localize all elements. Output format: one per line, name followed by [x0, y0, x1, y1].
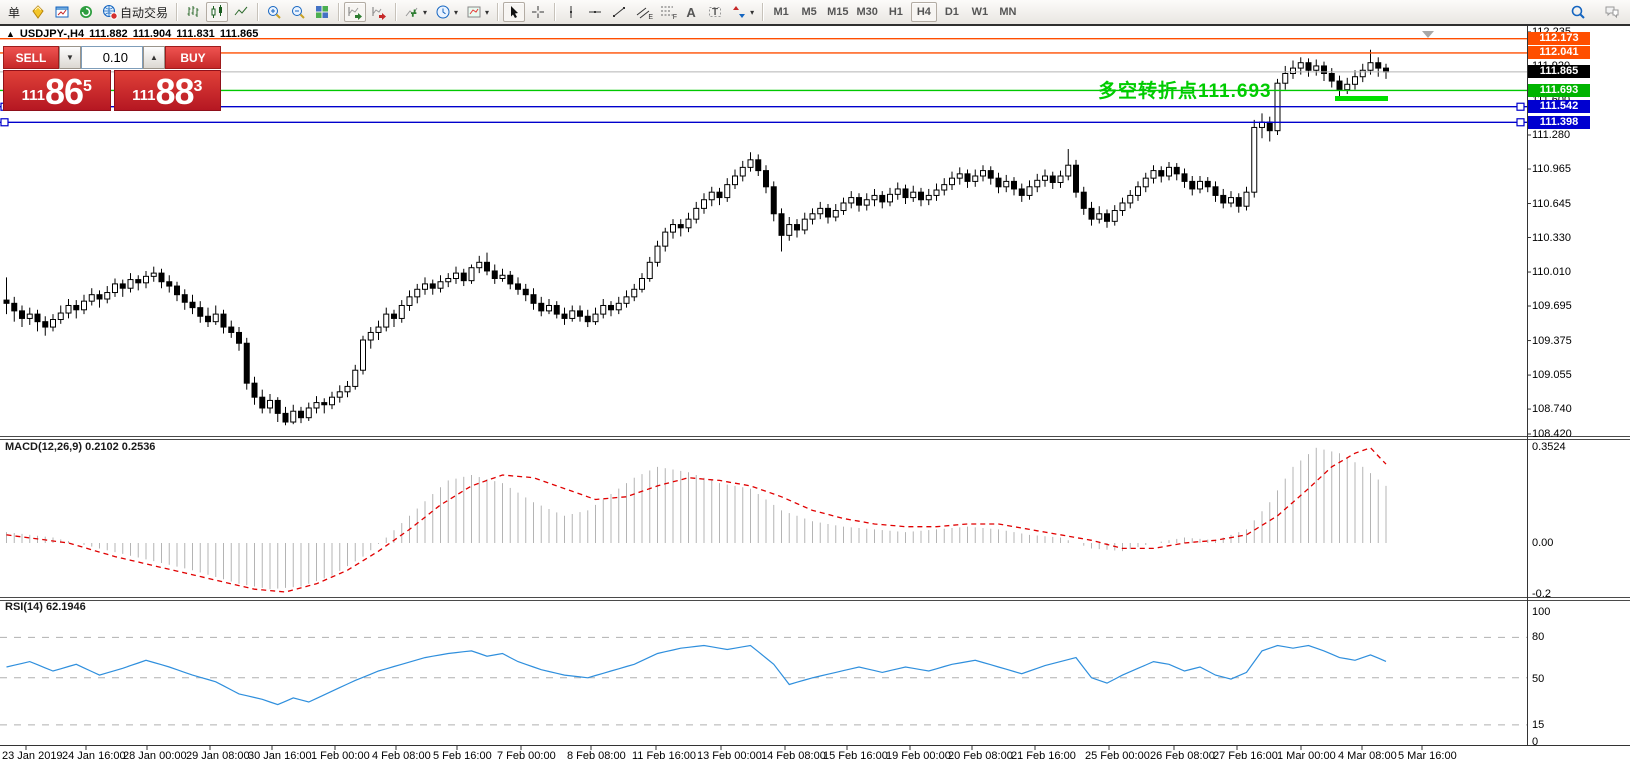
- price-badge: 111.865: [1528, 65, 1590, 78]
- price-tick-label: 109.695: [1532, 300, 1602, 312]
- time-axis-label: 21 Feb 16:00: [1011, 750, 1076, 762]
- chart-canvas[interactable]: [0, 0, 1630, 769]
- symbol-period-label: USDJPY-,H4: [20, 28, 84, 40]
- time-axis-label: 5 Mar 16:00: [1398, 750, 1457, 762]
- rsi-axis-label: 0: [1532, 736, 1602, 748]
- time-axis-label: 1 Feb 00:00: [311, 750, 370, 762]
- price-badge: 111.542: [1528, 100, 1590, 113]
- time-axis-label: 19 Feb 00:00: [886, 750, 951, 762]
- time-axis-label: 4 Feb 08:00: [372, 750, 431, 762]
- buy-price-box[interactable]: 111883: [114, 70, 222, 111]
- time-axis-label: 20 Feb 08:00: [948, 750, 1013, 762]
- rsi-axis-label: 80: [1532, 631, 1602, 643]
- time-axis-label: 27 Feb 16:00: [1213, 750, 1278, 762]
- price-tick-label: 110.330: [1532, 232, 1602, 244]
- macd-axis-label: 0.3524: [1532, 441, 1602, 453]
- time-axis-label: 4 Mar 08:00: [1338, 750, 1397, 762]
- ohlc-close: 111.865: [220, 28, 259, 40]
- ohlc-open: 111.882: [89, 28, 128, 40]
- buy-price-figure: 111: [132, 83, 155, 109]
- ohlc-high: 111.904: [133, 28, 172, 40]
- chart-shift-marker-icon: [1422, 31, 1434, 38]
- sell-price-box[interactable]: 111865: [3, 70, 111, 111]
- price-badge: 111.693: [1528, 84, 1590, 97]
- price-tick-label: 108.740: [1532, 403, 1602, 415]
- time-axis-label: 29 Jan 08:00: [186, 750, 250, 762]
- price-badge: 112.041: [1528, 46, 1590, 59]
- time-axis-label: 30 Jan 16:00: [248, 750, 312, 762]
- time-axis-label: 23 Jan 2019: [2, 750, 63, 762]
- time-axis-label: 13 Feb 00:00: [697, 750, 762, 762]
- collapse-chart-icon[interactable]: ▲: [6, 29, 15, 39]
- green-trend-segment[interactable]: [1335, 96, 1388, 101]
- macd-label: MACD(12,26,9) 0.2102 0.2536: [5, 441, 155, 453]
- price-badge: 111.398: [1528, 116, 1590, 129]
- price-tick-label: 109.055: [1532, 369, 1602, 381]
- sell-button[interactable]: SELL: [3, 46, 59, 69]
- time-axis-label: 1 Mar 00:00: [1277, 750, 1336, 762]
- time-axis-label: 8 Feb 08:00: [567, 750, 626, 762]
- time-axis-label: 14 Feb 08:00: [761, 750, 826, 762]
- time-axis-label: 24 Jan 16:00: [62, 750, 126, 762]
- volume-increase-button[interactable]: ▲: [143, 46, 165, 69]
- time-axis-label: 26 Feb 08:00: [1150, 750, 1215, 762]
- time-axis-label: 11 Feb 16:00: [632, 750, 696, 762]
- time-axis-label: 5 Feb 16:00: [433, 750, 492, 762]
- buy-price-point: 3: [194, 65, 203, 109]
- time-axis-label: 28 Jan 00:00: [123, 750, 187, 762]
- price-tick-label: 110.645: [1532, 198, 1602, 210]
- line-handle[interactable]: [1, 119, 8, 126]
- sell-price-pips: 86: [45, 75, 83, 109]
- rsi-axis-label: 100: [1532, 606, 1602, 618]
- mt4-window: 单自动交易▾▾▾EFAT▾M1M5M15M30H1H4D1W1MN ▲ USDJ…: [0, 0, 1630, 769]
- price-tick-label: 110.965: [1532, 163, 1602, 175]
- macd-axis-label: -0.2: [1532, 588, 1602, 600]
- rsi-axis-label: 15: [1532, 719, 1602, 731]
- line-handle[interactable]: [1517, 103, 1524, 110]
- line-handle[interactable]: [1517, 119, 1524, 126]
- price-tick-label: 108.420: [1532, 428, 1602, 440]
- rsi-line: [7, 646, 1387, 705]
- price-badge: 112.173: [1528, 32, 1590, 45]
- time-axis-label: 25 Feb 00:00: [1085, 750, 1150, 762]
- rsi-label: RSI(14) 62.1946: [5, 601, 86, 613]
- price-tick-label: 109.375: [1532, 335, 1602, 347]
- time-axis-label: 15 Feb 16:00: [823, 750, 888, 762]
- macd-axis-label: 0.00: [1532, 537, 1602, 549]
- ohlc-low: 111.831: [176, 28, 215, 40]
- time-axis-label: 7 Feb 00:00: [497, 750, 556, 762]
- buy-price-pips: 88: [155, 75, 193, 109]
- chart-header: ▲ USDJPY-,H4 111.882 111.904 111.831 111…: [6, 28, 258, 40]
- one-click-trading-panel: SELL ▼ 0.10 ▲ BUY 111865 111883: [3, 46, 221, 111]
- sell-price-figure: 111: [22, 83, 45, 109]
- price-tick-label: 110.010: [1532, 266, 1602, 278]
- sell-price-point: 5: [83, 65, 92, 109]
- pivot-annotation-text: 多空转折点111.693: [1098, 76, 1272, 103]
- rsi-axis-label: 50: [1532, 673, 1602, 685]
- price-tick-label: 111.280: [1532, 129, 1602, 141]
- volume-decrease-button[interactable]: ▼: [59, 46, 81, 69]
